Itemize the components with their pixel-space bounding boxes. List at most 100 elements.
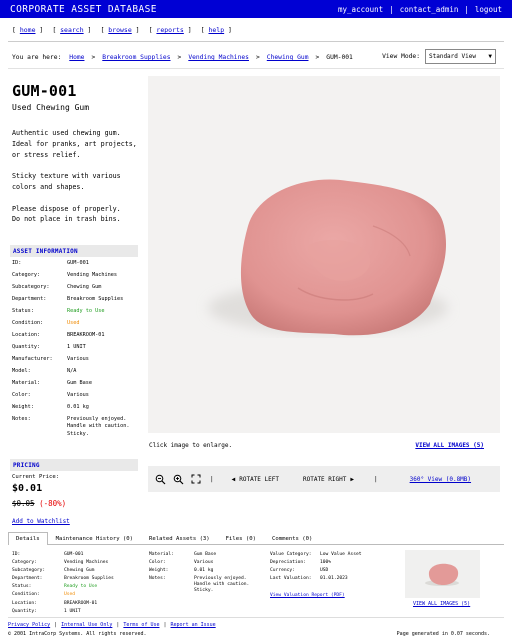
info-key: Category:: [12, 272, 41, 278]
nav-separator: |: [464, 4, 469, 14]
tab-details[interactable]: Details: [8, 532, 48, 545]
rotate-right-label: ROTATE RIGHT: [303, 475, 347, 483]
detail-value: 01.01.2023: [320, 576, 348, 582]
copyright: © 2001 IntraCorp Systems. All rights res…: [8, 631, 147, 637]
detail-value: Gum Base: [194, 552, 217, 557]
view-all-images-link[interactable]: VIEW ALL IMAGES (5): [415, 442, 484, 449]
info-key: Status:: [12, 308, 34, 314]
fullscreen-icon[interactable]: [190, 473, 202, 485]
info-row-material: Material: Gum Base: [12, 380, 138, 392]
browse-link[interactable]: browse: [108, 26, 131, 34]
info-key: Model:: [12, 368, 31, 374]
tab-related-assets[interactable]: Related Assets (3): [141, 532, 218, 544]
info-row-location: Location: BREAKROOM-01: [12, 332, 138, 344]
info-key: Manufacturer:: [12, 356, 53, 362]
toolbar-separator: |: [373, 475, 378, 483]
current-price: $0.01: [12, 483, 43, 494]
terms-of-use-link[interactable]: Terms of Use: [123, 622, 159, 628]
zoom-out-icon[interactable]: [154, 473, 166, 485]
divider: [8, 41, 504, 42]
info-value: Previously enjoyed. Handle with caution.…: [67, 416, 130, 437]
thumbnail-image[interactable]: [405, 550, 480, 598]
my-account-link[interactable]: my_account: [338, 5, 383, 14]
home-link[interactable]: home: [20, 26, 36, 34]
footer-separator: |: [163, 622, 167, 628]
tab-comments[interactable]: Comments (0): [264, 532, 320, 544]
info-key: Notes:: [12, 416, 31, 422]
detail-value: BREAKROOM-01: [64, 600, 98, 606]
search-link[interactable]: search: [60, 26, 83, 34]
breadcrumb-separator: >: [91, 54, 96, 61]
nav-separator: |: [389, 4, 394, 14]
add-to-watchlist-link[interactable]: Add to Watchlist: [12, 518, 70, 525]
nav-reports: [ reports ]: [148, 26, 192, 34]
gum-thumbnail: [425, 563, 459, 586]
image-caption: Click image to enlarge.: [149, 442, 233, 449]
zoom-in-icon[interactable]: [172, 473, 184, 485]
detail-key: ID:: [12, 552, 21, 557]
old-price: $0.05: [12, 499, 35, 508]
info-value: 1 UNIT: [67, 344, 86, 350]
current-price-label: Current Price:: [12, 474, 60, 480]
view-mode: View Mode: Standard View ▼: [382, 49, 496, 64]
footer-links: Privacy Policy | Internal Use Only | Ter…: [8, 622, 216, 628]
detail-row: Value Category: Low Value Asset: [270, 552, 400, 560]
main-image[interactable]: [148, 76, 500, 433]
info-row-quantity: Quantity: 1 UNIT: [12, 344, 138, 356]
contact-admin-link[interactable]: contact_admin: [400, 5, 459, 14]
discount-percent: (-80%): [39, 499, 67, 508]
pricing-heading: PRICING: [10, 459, 138, 471]
internal-use-only-link[interactable]: Internal Use Only: [61, 622, 112, 628]
info-row-id: ID: GUM-001: [12, 260, 138, 272]
breadcrumb-home[interactable]: Home: [69, 54, 84, 61]
view-360-link[interactable]: 360° View (0.8MB): [410, 476, 471, 483]
rotate-left-button[interactable]: ◀ ROTATE LEFT: [232, 476, 279, 483]
detail-key: Last Valuation:: [270, 576, 312, 582]
tab-maintenance-history[interactable]: Maintenance History (0): [48, 532, 141, 544]
rotate-right-arrow-icon: ▶: [350, 475, 354, 483]
info-key: Condition:: [12, 320, 44, 326]
page-generated-time: Page generated in 0.07 seconds.: [396, 631, 490, 637]
info-row-manufacturer: Manufacturer: Various: [12, 356, 138, 368]
info-row-department: Department: Breakroom Supplies: [12, 296, 138, 308]
detail-key: Material:: [149, 552, 174, 557]
info-key: Location:: [12, 332, 41, 338]
detail-row: Depreciation: 100%: [270, 560, 400, 568]
info-key: Quantity:: [12, 344, 41, 350]
asset-name: Used Chewing Gum: [12, 103, 90, 112]
asset-information-heading: ASSET INFORMATION: [10, 245, 138, 257]
report-issue-link[interactable]: Report an Issue: [171, 622, 216, 628]
view-valuation-report-link[interactable]: View Valuation Report (PDF): [270, 593, 345, 598]
rotate-right-button[interactable]: ROTATE RIGHT ▶: [303, 476, 354, 483]
detail-tabs: Details Maintenance History (0) Related …: [8, 532, 504, 545]
footer-separator: |: [116, 622, 120, 628]
breadcrumb: You are here: Home > Breakroom Supplies …: [12, 54, 353, 61]
nav-search: [ search ]: [52, 26, 92, 34]
detail-value: Previously enjoyed. Handle with caution.…: [194, 576, 250, 594]
top-nav: my_account | contact_admin | logout: [338, 5, 502, 14]
select-arrow-icon: ▼: [488, 53, 492, 60]
detail-key: Color:: [149, 560, 166, 566]
info-value: Various: [67, 392, 89, 398]
privacy-policy-link[interactable]: Privacy Policy: [8, 622, 50, 628]
nav-help: [ help ]: [200, 26, 232, 34]
reports-link[interactable]: reports: [156, 26, 183, 34]
info-value: Chewing Gum: [67, 284, 102, 290]
logout-link[interactable]: logout: [475, 5, 502, 14]
detail-key: Location:: [12, 600, 37, 606]
info-value: Vending Machines: [67, 272, 117, 278]
help-link[interactable]: help: [208, 26, 224, 34]
breadcrumb-vending-machines[interactable]: Vending Machines: [188, 54, 249, 61]
breadcrumb-breakroom-supplies[interactable]: Breakroom Supplies: [102, 54, 170, 61]
view-mode-select[interactable]: Standard View ▼: [425, 49, 496, 64]
info-row-color: Color: Various: [12, 392, 138, 404]
rotate-left-label: ROTATE LEFT: [239, 475, 279, 483]
details-column-valuation: Value Category: Low Value Asset Depreciat…: [270, 552, 400, 598]
rotate-left-arrow-icon: ◀: [231, 475, 236, 483]
footer-separator: |: [54, 622, 58, 628]
tab-files[interactable]: Files (0): [218, 532, 264, 544]
breadcrumb-chewing-gum[interactable]: Chewing Gum: [267, 54, 309, 61]
detail-key: Category:: [12, 560, 37, 566]
info-row-condition: Condition: Used: [12, 320, 138, 332]
thumbnail-view-all-link[interactable]: VIEW ALL IMAGES (5): [413, 601, 470, 607]
